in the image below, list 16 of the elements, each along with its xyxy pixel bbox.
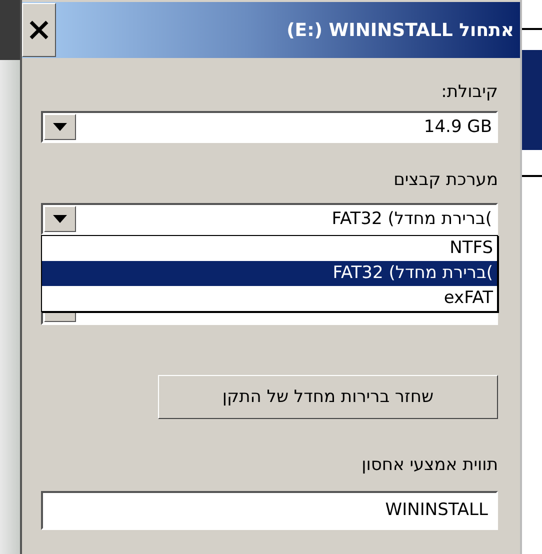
dropdown-option[interactable]: NTFS	[42, 236, 497, 261]
close-button[interactable]	[22, 3, 56, 57]
dropdown-button[interactable]	[44, 114, 76, 140]
capacity-label: קיבולת:	[440, 81, 498, 104]
restore-defaults-button[interactable]: שחזר ברירות מחדל של התקן	[158, 375, 498, 419]
file-system-label: מערכת קבצים	[392, 169, 498, 192]
close-icon	[29, 20, 49, 40]
caret-icon	[53, 215, 67, 223]
capacity-dropdown[interactable]: 14.9 GB	[41, 111, 498, 143]
window-title: (E:) WININSTALL אתחול	[286, 20, 514, 40]
volume-label-field[interactable]: WININSTALL	[41, 491, 498, 530]
caret-icon	[53, 123, 67, 131]
dropdown-option[interactable]: exFAT	[42, 286, 497, 311]
dropdown-option[interactable]: FAT32 (ברירת מחדל(	[42, 261, 497, 286]
dropdown-button[interactable]	[44, 206, 76, 232]
volume-label-label: תווית אמצעי אחסון	[360, 454, 498, 477]
